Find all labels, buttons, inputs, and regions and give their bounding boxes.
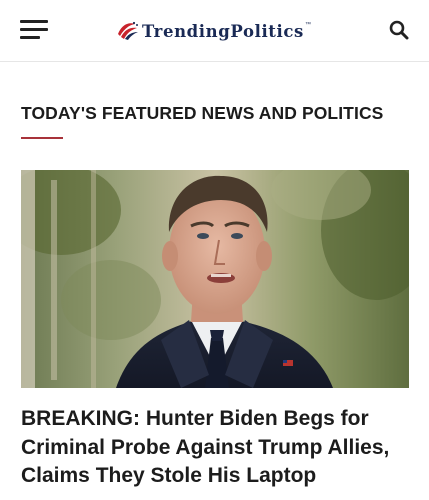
logo-trademark: ™ bbox=[304, 22, 311, 28]
site-header: TrendingPolitics ™ bbox=[0, 0, 429, 62]
search-icon-glyph bbox=[389, 20, 409, 40]
flag-swoosh-icon bbox=[118, 21, 138, 40]
section-title: TODAY'S FEATURED NEWS AND POLITICS bbox=[21, 103, 384, 123]
featured-article-image[interactable] bbox=[21, 170, 409, 388]
menu-bar-bottom bbox=[20, 36, 40, 39]
featured-photo bbox=[21, 170, 409, 388]
logo-text: TrendingPolitics bbox=[142, 21, 304, 41]
featured-article-headline[interactable]: BREAKING: Hunter Biden Begs for Criminal… bbox=[21, 405, 409, 491]
section-title-underline bbox=[21, 137, 63, 139]
menu-bar-middle bbox=[20, 28, 48, 31]
menu-bar-top bbox=[20, 20, 48, 23]
site-logo[interactable]: TrendingPolitics ™ bbox=[116, 17, 311, 45]
search-icon[interactable] bbox=[389, 20, 409, 40]
hamburger-menu-icon[interactable] bbox=[20, 19, 48, 41]
